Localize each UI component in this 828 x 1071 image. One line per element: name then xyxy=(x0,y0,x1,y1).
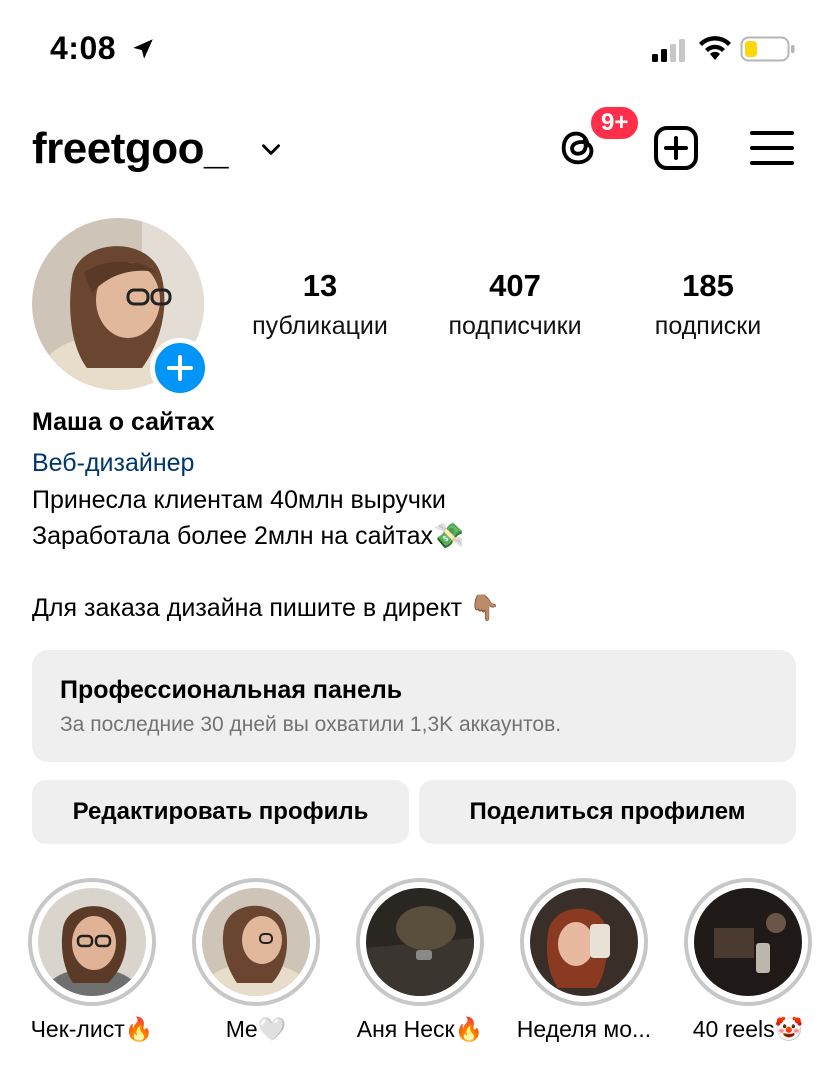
bio-line: Для заказа дизайна пишите в директ 👇🏽 xyxy=(32,594,501,622)
battery-low-icon xyxy=(740,36,795,62)
stat-value: 407 xyxy=(489,268,541,303)
highlight-cover xyxy=(694,888,802,996)
bio-line: Заработала более 2млн на сайтах💸 xyxy=(32,522,465,550)
location-arrow-icon xyxy=(133,39,153,59)
dashboard-title: Профессиональная панель xyxy=(60,676,403,704)
stat-value: 13 xyxy=(302,268,338,303)
profile-bio: Маша о сайтах Веб-дизайнер Принесла клие… xyxy=(32,404,802,626)
highlight-item[interactable]: Чек-лист🔥 xyxy=(10,878,174,1043)
stat-following[interactable]: 185 подписки xyxy=(618,268,798,341)
display-name: Маша о сайтах xyxy=(32,408,215,436)
plus-icon xyxy=(167,355,193,381)
highlight-cover xyxy=(202,888,310,996)
edit-profile-button[interactable]: Редактировать профиль xyxy=(32,780,409,844)
profile-header: freetgoo_ 9+ xyxy=(0,104,828,190)
story-highlights: Чек-лист🔥 Me🤍 Аня Неск🔥 Неделя мо... 40 … xyxy=(0,878,828,1058)
add-story-button[interactable] xyxy=(150,338,210,398)
profile-avatar-container[interactable] xyxy=(32,218,210,398)
wifi-icon xyxy=(699,36,731,60)
menu-icon[interactable] xyxy=(750,128,794,168)
stat-value: 185 xyxy=(682,268,734,303)
highlight-ring xyxy=(192,878,320,1006)
stat-followers[interactable]: 407 подписчики xyxy=(425,268,605,341)
signal-icon xyxy=(652,39,685,62)
highlight-ring xyxy=(356,878,484,1006)
highlight-item[interactable]: Me🤍 xyxy=(174,878,338,1043)
highlight-label: Аня Неск🔥 xyxy=(356,1016,484,1042)
highlight-ring xyxy=(684,878,812,1006)
stat-label: публикации xyxy=(252,312,388,340)
highlight-cover xyxy=(366,888,474,996)
notification-badge: 9+ xyxy=(588,104,642,142)
status-bar: 4:08 xyxy=(0,0,828,100)
highlight-label: Me🤍 xyxy=(225,1016,287,1042)
professional-dashboard[interactable]: Профессиональная панель За последние 30 … xyxy=(32,650,796,762)
stat-posts[interactable]: 13 публикации xyxy=(230,268,410,341)
stat-label: подписчики xyxy=(448,312,582,340)
highlight-item[interactable]: 40 reels🤡 xyxy=(666,878,828,1043)
profile-category-link[interactable]: Веб-дизайнер xyxy=(32,444,802,482)
highlight-cover xyxy=(38,888,146,996)
stat-label: подписки xyxy=(654,312,762,340)
profile-stats: 13 публикации 407 подписчики 185 подписк… xyxy=(230,268,800,358)
chevron-down-icon[interactable] xyxy=(258,136,284,162)
highlight-item[interactable]: Неделя мо... xyxy=(502,878,666,1043)
highlight-label: 40 reels🤡 xyxy=(692,1016,804,1042)
username-switcher[interactable]: freetgoo_ xyxy=(32,124,228,174)
highlight-item[interactable]: Аня Неск🔥 xyxy=(338,878,502,1043)
highlight-label: Чек-лист🔥 xyxy=(30,1016,154,1042)
bio-line: Принесла клиентам 40млн выручки xyxy=(32,486,446,514)
plus-square-icon[interactable] xyxy=(652,124,700,172)
highlight-label: Неделя мо... xyxy=(516,1016,652,1042)
bio-spacer xyxy=(32,554,802,590)
status-time: 4:08 xyxy=(50,30,117,66)
highlight-ring xyxy=(28,878,156,1006)
share-profile-button[interactable]: Поделиться профилем xyxy=(419,780,796,844)
dashboard-subtitle: За последние 30 дней вы охватили 1,3K ак… xyxy=(60,713,562,736)
highlight-cover xyxy=(530,888,638,996)
highlight-ring xyxy=(520,878,648,1006)
